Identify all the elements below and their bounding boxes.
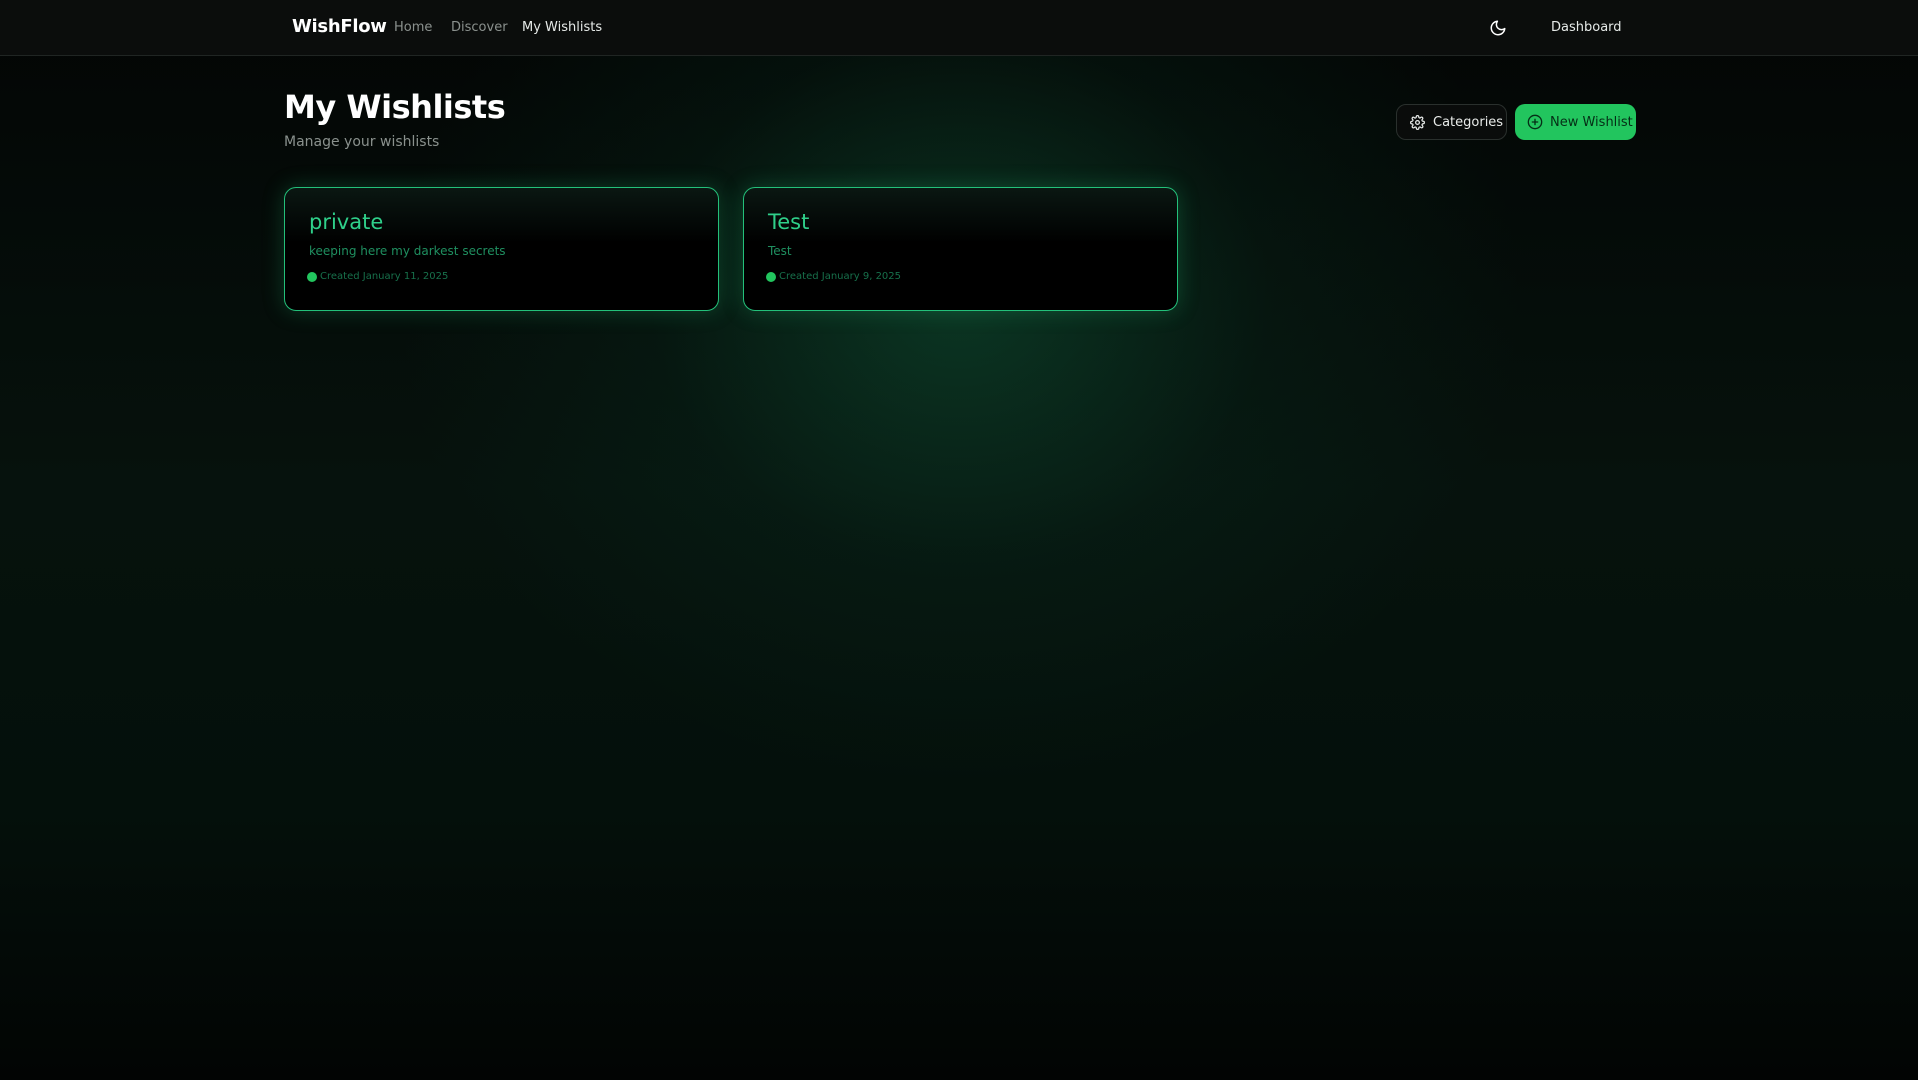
- wishlist-title: Test: [768, 210, 810, 234]
- wishlist-created-date: Created January 11, 2025: [320, 271, 449, 282]
- wishlist-created-date: Created January 9, 2025: [779, 271, 902, 282]
- page-title: My Wishlists: [284, 88, 506, 126]
- wishlist-description: keeping here my darkest secrets: [309, 244, 506, 258]
- nav-link-my-wishlists[interactable]: My Wishlists: [522, 20, 602, 35]
- new-wishlist-label: New Wishlist: [1550, 114, 1633, 130]
- categories-label: Categories: [1433, 114, 1504, 130]
- gear-icon: [1410, 114, 1425, 130]
- status-dot-icon: [766, 271, 776, 282]
- wishlist-card[interactable]: private keeping here my darkest secrets …: [284, 187, 719, 311]
- wishlist-meta: Created January 11, 2025: [307, 271, 448, 282]
- plus-circle-icon: [1527, 114, 1543, 130]
- page-subtitle: Manage your wishlists: [284, 134, 440, 150]
- nav-link-discover[interactable]: Discover: [451, 20, 508, 35]
- top-navbar: WishFlow Home Discover My Wishlists Dash…: [0, 0, 1918, 56]
- wishlist-title: private: [309, 210, 384, 234]
- wishlist-description: Test: [768, 244, 792, 258]
- background-glow: [0, 0, 1918, 1080]
- wishlist-meta: Created January 9, 2025: [766, 271, 901, 282]
- theme-toggle-button[interactable]: [1485, 15, 1511, 41]
- categories-button[interactable]: Categories: [1396, 104, 1507, 140]
- status-dot-icon: [307, 271, 317, 282]
- dashboard-link[interactable]: Dashboard: [1551, 20, 1622, 35]
- new-wishlist-button[interactable]: New Wishlist: [1515, 104, 1636, 140]
- wishlist-card[interactable]: Test Test Created January 9, 2025: [743, 187, 1178, 311]
- moon-icon: [1490, 20, 1506, 36]
- brand-logo[interactable]: WishFlow: [292, 16, 387, 37]
- nav-link-home[interactable]: Home: [394, 20, 432, 35]
